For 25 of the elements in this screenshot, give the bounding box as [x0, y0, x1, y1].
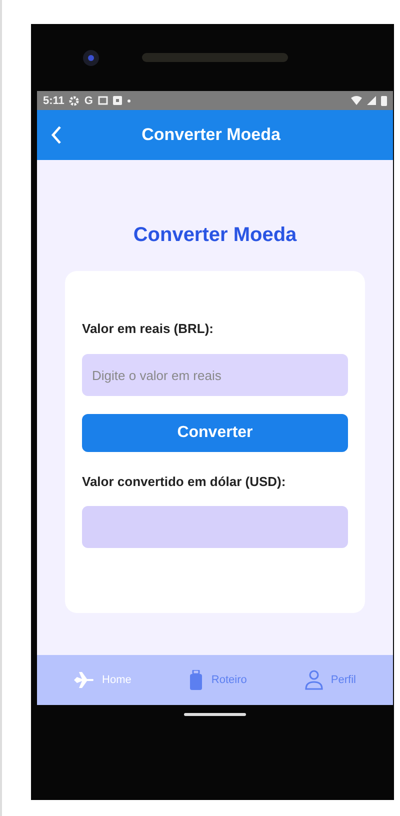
header-title: Converter Moeda [140, 125, 282, 145]
tab[interactable]: Roteiro [183, 669, 253, 691]
status-app-letter: G [84, 94, 93, 106]
signal-icon [367, 96, 376, 105]
camera-icon [83, 50, 99, 66]
back-icon[interactable] [51, 126, 61, 144]
page-heading: Converter Moeda [133, 224, 297, 247]
notification-icon [112, 96, 122, 105]
input-label: Valor em reais (BRL): [82, 321, 214, 336]
input-field[interactable]: Digite o valor em reais [82, 354, 348, 396]
airplane-icon [74, 672, 94, 688]
status-time: 5:11 [43, 94, 64, 106]
home-indicator[interactable] [184, 713, 246, 716]
notification-icon [98, 96, 108, 105]
wifi-icon [351, 96, 362, 105]
person-icon [304, 670, 323, 690]
gear-icon [69, 96, 80, 106]
battery-icon [381, 95, 387, 106]
convert-button[interactable]: Converter [82, 414, 348, 452]
dot-icon [126, 98, 131, 102]
tab[interactable]: Home [68, 671, 138, 689]
output-label: Valor convertido em dólar (USD): [82, 474, 287, 489]
output-field[interactable] [82, 506, 348, 548]
luggage-icon [189, 670, 204, 690]
tab[interactable]: Perfil [298, 669, 362, 691]
